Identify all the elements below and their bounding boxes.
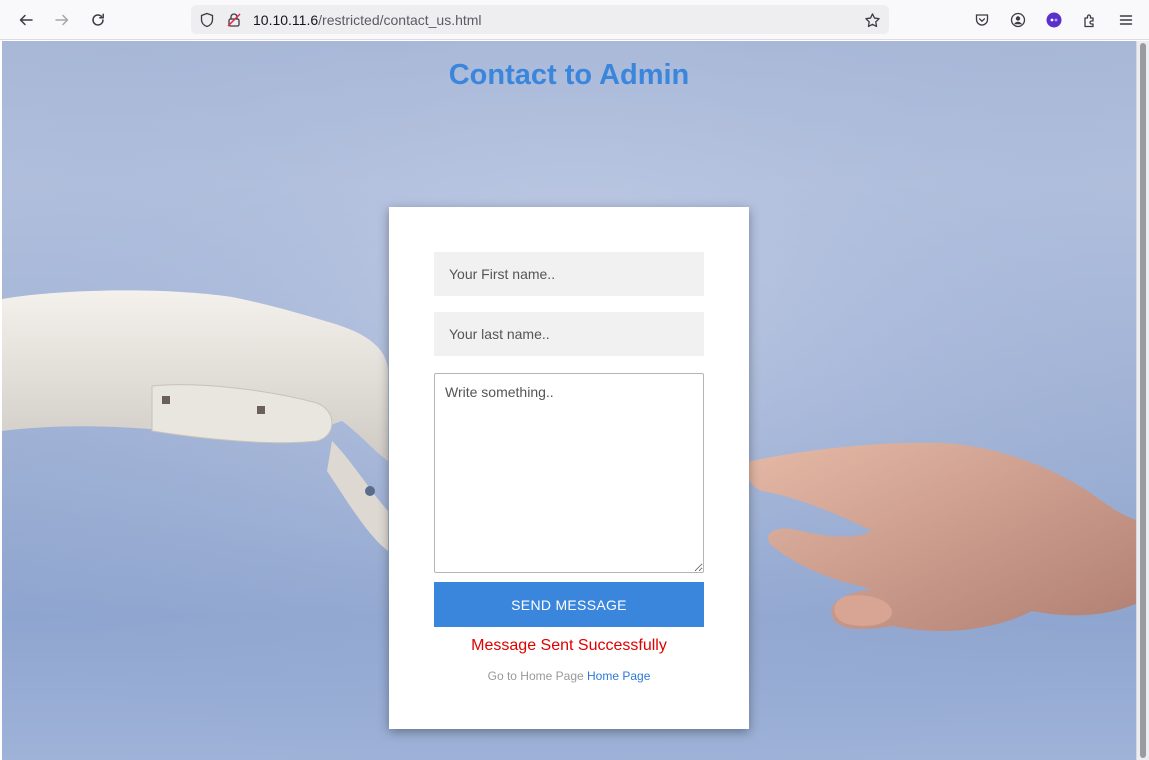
vertical-scrollbar[interactable] [1136, 41, 1149, 760]
send-message-button[interactable]: SEND MESSAGE [434, 582, 704, 627]
page-viewport: Contact to Admin SEND MESSAGE Message Se… [2, 41, 1149, 760]
url-text[interactable]: 10.10.11.6/restricted/contact_us.html [253, 12, 482, 28]
back-arrow-icon[interactable] [14, 8, 38, 32]
page-title: Contact to Admin [448, 59, 690, 91]
account-icon[interactable] [1006, 8, 1030, 32]
home-page-link[interactable]: Home Page [587, 669, 650, 683]
success-message: Message Sent Successfully [471, 637, 667, 654]
url-bar[interactable]: 10.10.11.6/restricted/contact_us.html [191, 5, 889, 34]
first-name-input[interactable] [434, 252, 704, 296]
insecure-lock-icon[interactable] [225, 11, 243, 29]
home-page-prefix: Go to Home Page [487, 669, 584, 683]
forward-arrow-icon[interactable] [50, 8, 74, 32]
extension-badge-icon[interactable] [1042, 8, 1066, 32]
home-page-line: Go to Home Page Home Page [389, 669, 749, 683]
reload-icon[interactable] [86, 8, 110, 32]
extensions-icon[interactable] [1078, 8, 1102, 32]
shield-icon[interactable] [198, 11, 216, 29]
pocket-icon[interactable] [970, 8, 994, 32]
last-name-input[interactable] [434, 312, 704, 356]
contact-form-card: SEND MESSAGE Message Sent Successfully G… [389, 207, 749, 729]
browser-toolbar: 10.10.11.6/restricted/contact_us.html [0, 0, 1149, 40]
scrollbar-thumb[interactable] [1140, 43, 1146, 758]
message-textarea[interactable] [434, 373, 704, 573]
url-path: /restricted/contact_us.html [318, 12, 482, 28]
menu-icon[interactable] [1114, 8, 1138, 32]
url-host: 10.10.11.6 [253, 12, 319, 28]
bookmark-star-icon[interactable] [863, 11, 881, 29]
